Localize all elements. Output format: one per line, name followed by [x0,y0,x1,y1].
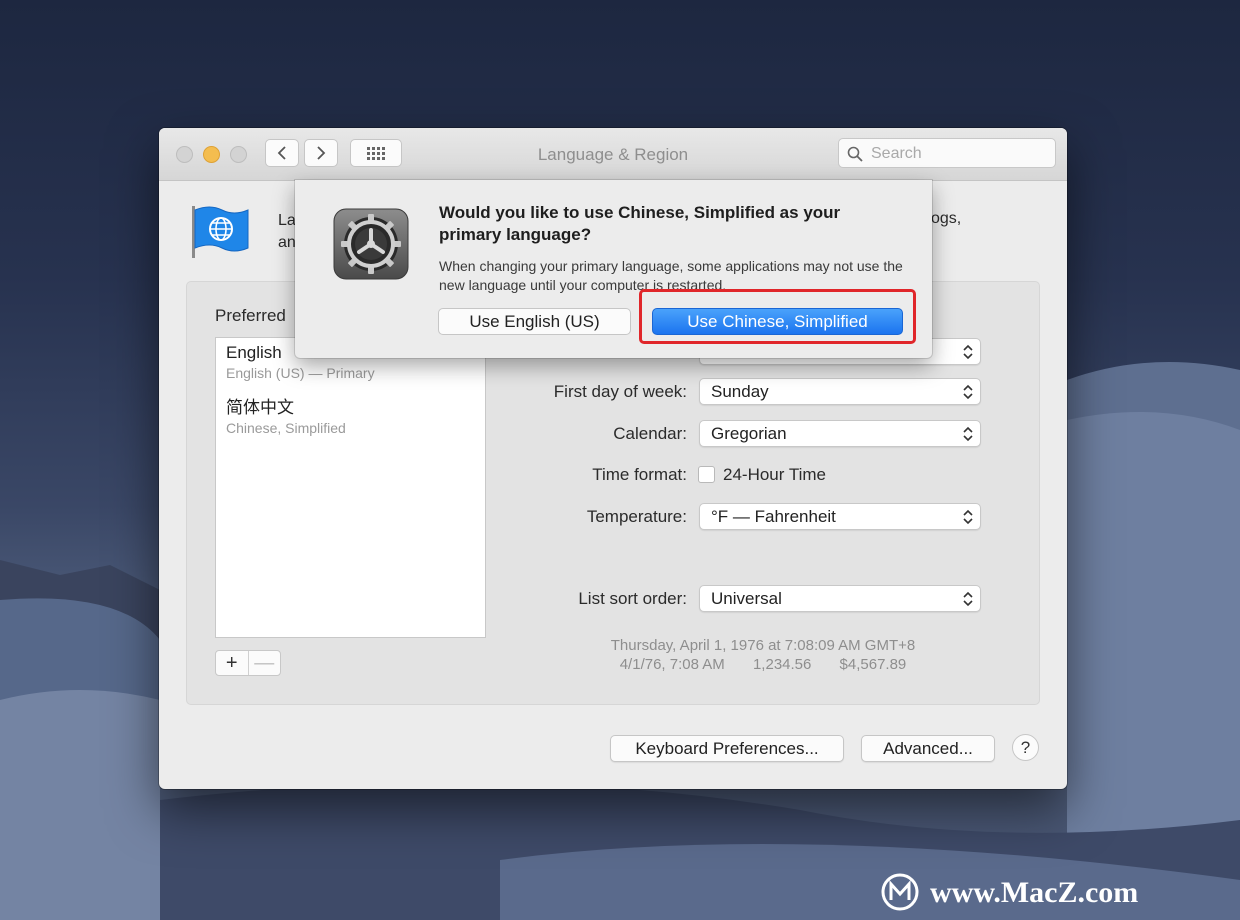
svg-text:www.MacZ.com: www.MacZ.com [930,876,1138,909]
list-item[interactable]: 简体中文 Chinese, Simplified [226,393,346,436]
sort-order-popup[interactable]: Universal [699,585,981,612]
highlight-annotation [639,289,916,344]
sample-date-long: Thursday, April 1, 1976 at 7:08:09 AM GM… [610,637,916,654]
sort-order-value: Universal [711,589,782,608]
first-day-popup[interactable]: Sunday [699,378,981,405]
language-name: 简体中文 [226,398,294,417]
temperature-popup[interactable]: °F — Fahrenheit [699,503,981,530]
use-english-button[interactable]: Use English (US) [438,308,631,335]
add-language-button[interactable]: + [216,651,248,675]
advanced-button[interactable]: Advanced... [861,735,995,762]
macz-watermark: www.MacZ.com [880,870,1220,919]
dialog-title: Would you like to use Chinese, Simplifie… [439,203,841,244]
up-down-chevron-icon [963,344,973,360]
sample-currency: $4,567.89 [839,656,907,673]
system-preferences-icon [333,208,409,285]
sample-date-short: 4/1/76, 7:08 AM [619,656,725,673]
language-region-icon [190,204,252,265]
keyboard-preferences-button[interactable]: Keyboard Preferences... [610,735,844,762]
temperature-value: °F — Fahrenheit [711,507,836,526]
temperature-label: Temperature: [586,507,687,526]
language-subtitle: Chinese, Simplified [226,420,346,436]
sample-formats: 4/1/76, 7:08 AM 1,234.56 $4,567.89 [559,656,967,673]
preferred-languages-label: Preferred [215,306,286,325]
calendar-label: Calendar: [613,424,687,443]
up-down-chevron-icon [963,384,973,400]
search-input[interactable] [869,143,1053,165]
header-description-end: ogs, [931,210,962,227]
search-field[interactable] [838,138,1056,168]
24-hour-label[interactable]: 24-Hour Time [723,465,826,485]
titlebar: Language & Region [159,128,1067,181]
first-day-value: Sunday [711,382,769,401]
24-hour-checkbox[interactable] [698,466,715,483]
help-button[interactable]: ? [1012,734,1039,761]
language-subtitle: English (US) — Primary [226,365,375,381]
calendar-popup[interactable]: Gregorian [699,420,981,447]
sort-order-label: List sort order: [578,589,687,608]
first-day-label: First day of week: [553,382,687,401]
up-down-chevron-icon [963,426,973,442]
time-format-label: Time format: [592,465,687,484]
calendar-value: Gregorian [711,424,787,443]
remove-language-button[interactable]: — [247,651,281,675]
search-icon [847,146,863,162]
up-down-chevron-icon [963,591,973,607]
macz-logo: www.MacZ.com [881,873,1138,911]
add-remove-control: + — [215,650,281,676]
sample-number: 1,234.56 [752,656,812,673]
up-down-chevron-icon [963,509,973,525]
